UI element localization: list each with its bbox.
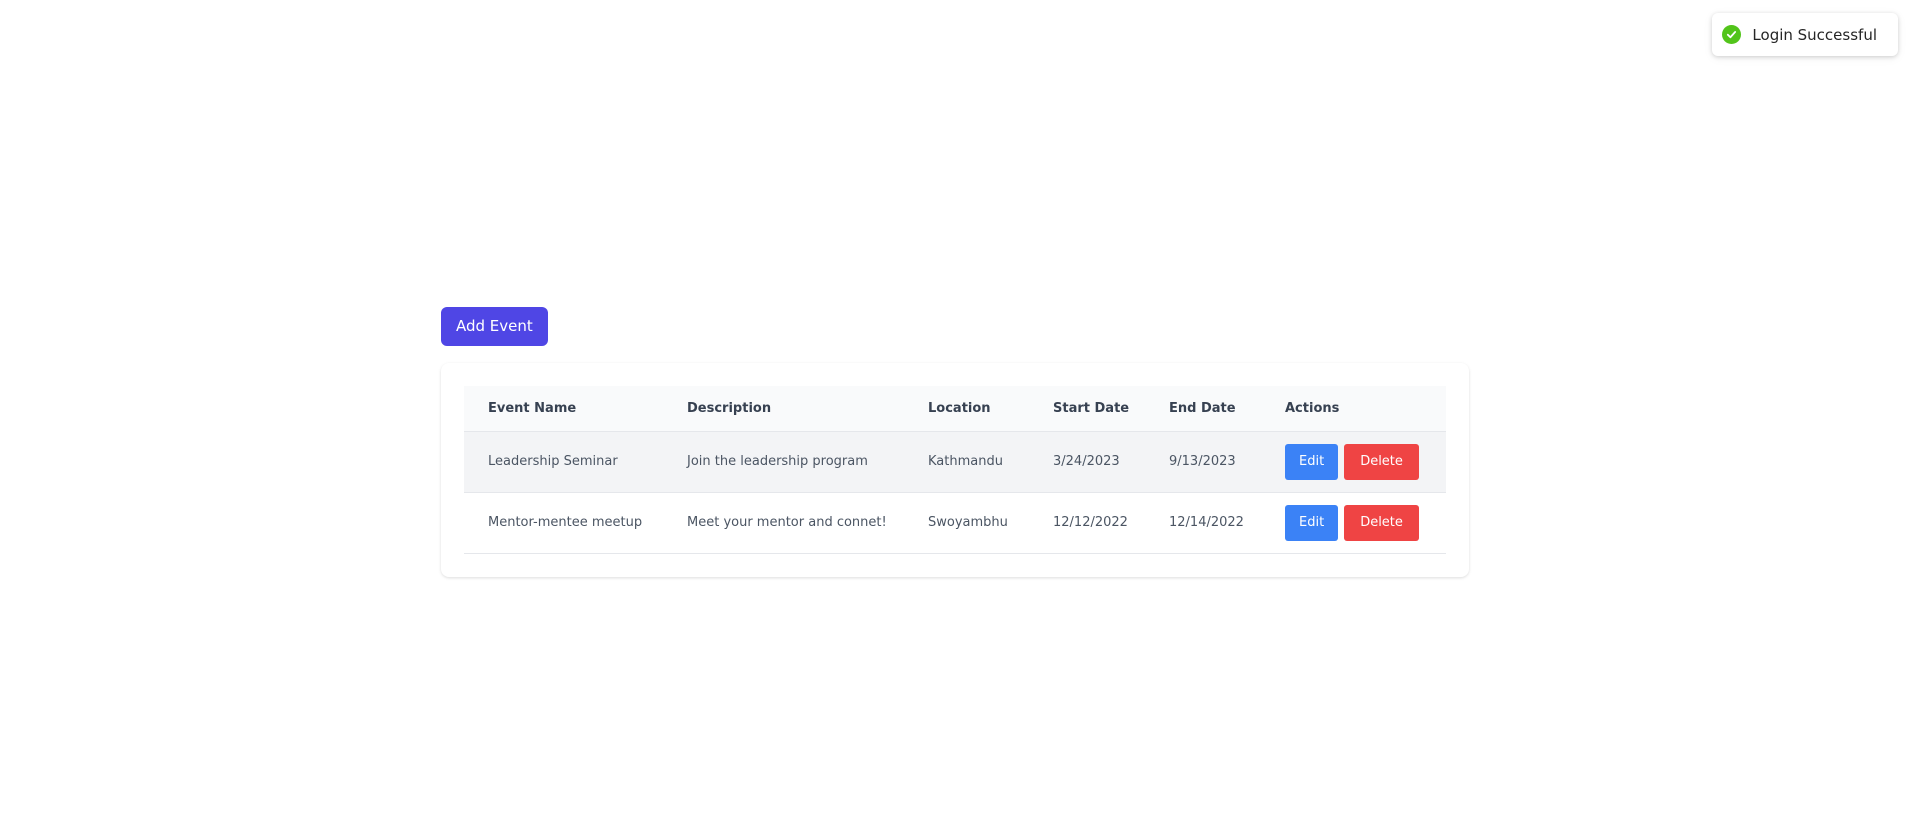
- table-row: Mentor-mentee meetup Meet your mentor an…: [464, 492, 1446, 553]
- header-actions: Actions: [1285, 400, 1340, 416]
- start-date-cell: 12/12/2022: [1053, 515, 1128, 530]
- description-cell: Join the leadership program: [687, 454, 868, 469]
- location-cell: Kathmandu: [928, 454, 1003, 469]
- actions-cell: Edit Delete: [1261, 431, 1446, 492]
- event-name-cell: Mentor-mentee meetup: [488, 515, 643, 530]
- edit-button[interactable]: Edit: [1285, 443, 1339, 480]
- delete-button[interactable]: Delete: [1344, 504, 1419, 541]
- end-date-cell: 12/14/2022: [1169, 515, 1244, 530]
- header-description: Description: [687, 400, 772, 416]
- events-table: Event Name Description Location Start Da…: [464, 386, 1446, 554]
- event-name-cell: Leadership Seminar: [488, 454, 618, 469]
- events-section: Add Event Event Name Description Locatio…: [441, 307, 1469, 577]
- add-event-button[interactable]: Add Event: [441, 307, 548, 346]
- table-row: Leadership Seminar Join the leadership p…: [464, 431, 1446, 492]
- edit-button[interactable]: Edit: [1285, 504, 1339, 541]
- login-success-toast: Login Successful: [1712, 13, 1898, 56]
- header-location: Location: [928, 400, 991, 416]
- table-header-row: Event Name Description Location Start Da…: [464, 386, 1446, 431]
- start-date-cell: 3/24/2023: [1053, 454, 1120, 469]
- header-end-date: End Date: [1169, 400, 1236, 416]
- events-table-card: Event Name Description Location Start Da…: [441, 363, 1469, 577]
- end-date-cell: 9/13/2023: [1169, 454, 1236, 469]
- header-start-date: Start Date: [1053, 400, 1130, 416]
- header-event-name: Event Name: [488, 400, 577, 416]
- toast-message: Login Successful: [1752, 25, 1877, 44]
- actions-cell: Edit Delete: [1261, 492, 1446, 553]
- location-cell: Swoyambhu: [928, 515, 1008, 530]
- check-circle-icon: [1722, 25, 1742, 44]
- delete-button[interactable]: Delete: [1344, 443, 1419, 480]
- description-cell: Meet your mentor and connet!: [687, 515, 887, 530]
